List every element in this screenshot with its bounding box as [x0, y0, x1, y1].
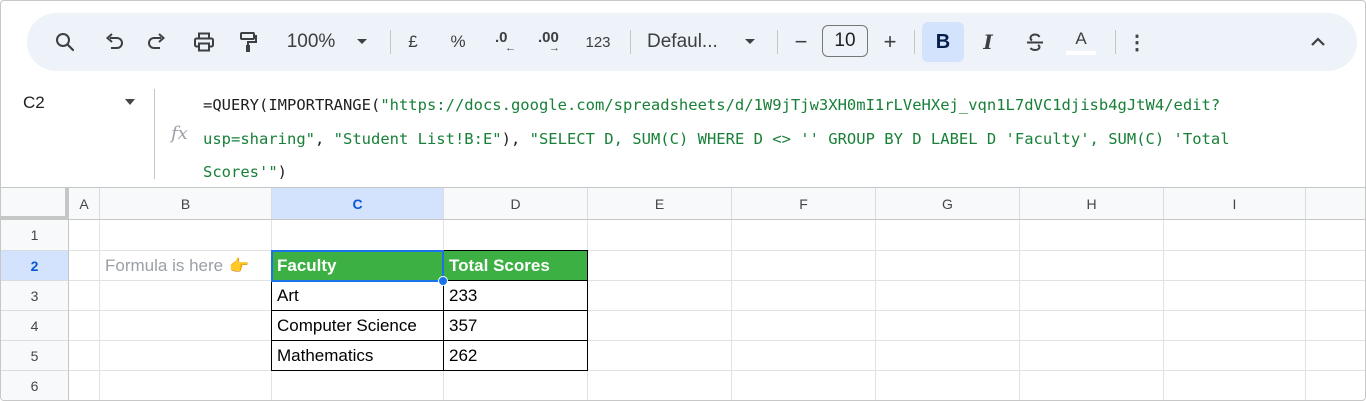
number-format-button[interactable]: 123 [583, 13, 613, 71]
row-header-6[interactable]: 6 [1, 371, 69, 400]
arrow-right-icon: → [549, 42, 560, 54]
select-all-corner[interactable] [1, 188, 69, 220]
formula-input[interactable]: =QUERY(IMPORTRANGE("https://docs.google.… [203, 89, 1343, 190]
table-cell-faculty[interactable]: Art [272, 281, 444, 311]
note-text: Formula is here [105, 256, 224, 275]
font-size-input[interactable]: 10 [822, 25, 868, 57]
spreadsheet-window: 100% £ % .0 ← .00 → 123 Defaul... − 10 + [0, 0, 1366, 401]
pointing-hand-icon: 👉 [229, 258, 250, 275]
chevron-up-icon[interactable] [1305, 13, 1331, 71]
table-header-total-scores[interactable]: Total Scores [444, 251, 588, 281]
undo-icon[interactable] [100, 13, 128, 71]
strikethrough-icon[interactable] [1021, 13, 1049, 71]
formula-bar-divider [154, 89, 155, 179]
arrow-left-icon: ← [505, 42, 516, 54]
column-header-e[interactable]: E [588, 188, 732, 220]
formula-text: , [314, 129, 334, 148]
formula-string: "SELECT D, SUM(C) WHERE D <> '' GROUP BY… [529, 129, 1230, 148]
formula-string: usp=sharing" [203, 129, 315, 148]
column-header-g[interactable]: G [876, 188, 1020, 220]
table-cell-score[interactable]: 233 [444, 281, 588, 311]
table-cell-faculty[interactable]: Mathematics [272, 341, 444, 371]
decrease-font-size-button[interactable]: − [789, 13, 813, 71]
toolbar: 100% £ % .0 ← .00 → 123 Defaul... − 10 + [27, 13, 1357, 71]
table-cell-score[interactable]: 262 [444, 341, 588, 371]
more-vert-icon[interactable]: ⋮ [1127, 13, 1147, 71]
column-header-a[interactable]: A [69, 188, 100, 220]
fill-handle[interactable] [438, 276, 448, 286]
text-color-button[interactable]: A [1066, 13, 1096, 71]
row-header-2[interactable]: 2 [1, 251, 69, 281]
name-box[interactable]: C2 [23, 93, 45, 113]
font-family-select[interactable]: Defaul... [647, 13, 729, 71]
formula-string: "Student List!B:E" [333, 129, 502, 148]
currency-format-button[interactable]: £ [403, 13, 423, 71]
paint-format-icon[interactable] [233, 13, 263, 71]
text-color-label: A [1075, 28, 1087, 48]
chevron-down-icon[interactable] [741, 13, 759, 71]
decrease-decimal-button[interactable]: .0 ← [491, 13, 519, 71]
chevron-down-icon[interactable] [353, 13, 371, 71]
increase-decimal-button[interactable]: .00 → [535, 13, 567, 71]
table-cell-faculty[interactable]: Computer Science [272, 311, 444, 341]
fx-icon: fx [171, 123, 188, 144]
print-icon[interactable] [189, 13, 219, 71]
row-header-3[interactable]: 3 [1, 281, 69, 311]
search-icon[interactable] [51, 13, 79, 71]
column-header-d[interactable]: D [444, 188, 588, 220]
italic-button[interactable]: I [975, 13, 1001, 71]
formula-string: Scores'" [203, 163, 278, 181]
zoom-value[interactable]: 100% [283, 13, 339, 71]
row-header-1[interactable]: 1 [1, 220, 69, 251]
column-header-c[interactable]: C [272, 188, 444, 220]
column-header-b[interactable]: B [100, 188, 272, 220]
chevron-down-icon[interactable] [125, 99, 135, 105]
formula-text: ), [501, 129, 530, 148]
redo-icon[interactable] [143, 13, 171, 71]
column-header-h[interactable]: H [1020, 188, 1164, 220]
formula-text: =QUERY(IMPORTRANGE( [203, 96, 381, 114]
active-cell-selection [271, 250, 444, 282]
row-header-5[interactable]: 5 [1, 341, 69, 371]
formula-text: ) [277, 163, 287, 181]
bold-button[interactable]: B [922, 22, 964, 62]
table-cell-score[interactable]: 357 [444, 311, 588, 341]
row-header-4[interactable]: 4 [1, 311, 69, 341]
note-cell-b2[interactable]: Formula is here 👉 [105, 251, 249, 281]
column-header-i[interactable]: I [1164, 188, 1306, 220]
percent-format-button[interactable]: % [447, 13, 469, 71]
increase-font-size-button[interactable]: + [878, 13, 902, 71]
formula-string: "https://docs.google.com/spreadsheets/d/… [380, 96, 1221, 114]
column-header-j[interactable] [1306, 188, 1365, 220]
text-color-swatch [1066, 50, 1096, 55]
column-header-f[interactable]: F [732, 188, 876, 220]
